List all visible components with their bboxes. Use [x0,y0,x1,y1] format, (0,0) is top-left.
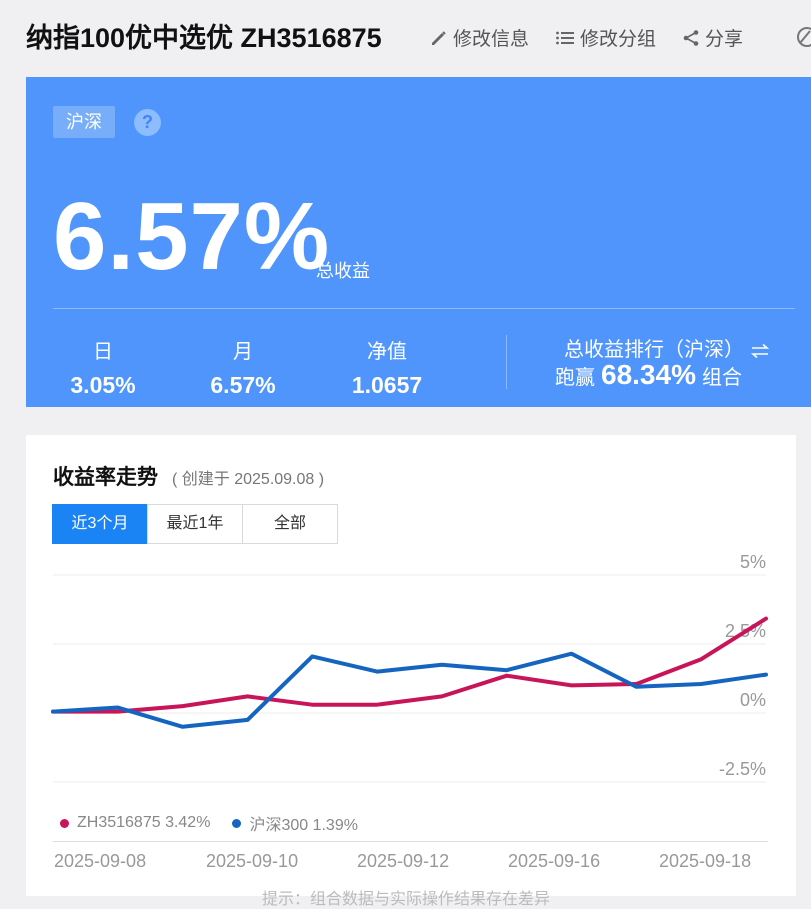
stat-divider [506,335,507,389]
help-icon[interactable]: ? [134,109,161,136]
pencil-icon [430,29,448,47]
total-return-label: 总收益 [316,261,370,281]
net-value-label: 净值 [367,341,407,363]
benchmark-legend-dot [232,818,242,828]
tab-1-year[interactable]: 最近1年 [147,504,243,544]
daily-return-label: 日 [93,341,113,363]
rank-title[interactable]: 总收益排行（沪深） [564,333,770,362]
edit-info-label: 修改信息 [453,29,530,50]
rank-title-text: 总收益排行（沪深） [564,339,744,361]
benchmark-series-line [51,651,768,729]
chart-legend: ZH3516875 3.42% 沪深300 1.39% [60,811,358,835]
header-actions: 修改信息 修改分组 分享 [430,24,743,51]
trend-created-date: ( 创建于 2025.09.08 ) [172,471,325,488]
x-tick-label: 2025-09-10 [206,851,299,871]
monthly-return-value: 6.57% [210,372,276,398]
edit-info-button[interactable]: 修改信息 [430,24,529,51]
list-icon [555,29,575,47]
market-tag[interactable]: 沪深 [53,106,115,138]
monthly-return-label: 月 [233,341,253,363]
legend-item-benchmark[interactable]: 沪深300 1.39% [232,811,358,835]
share-label: 分享 [705,29,744,50]
rank-prefix: 跑赢 [555,367,595,389]
net-value-value: 1.0657 [351,372,423,398]
rank-percent: 68.34% [601,359,696,390]
header-bar: 纳指100优中选优 ZH3516875 修改信息 修改分组 分享 [0,0,811,76]
tab-all[interactable]: 全部 [242,504,338,544]
portfolio-title: 纳指100优中选优 ZH3516875 [26,23,382,53]
return-trend-card: 收益率走势 ( 创建于 2025.09.08 ) 近3个月 最近1年 全部 5%… [26,435,796,908]
hero-divider [53,308,795,309]
benchmark-legend-label: 沪深300 1.39% [249,817,358,834]
portfolio-legend-dot [60,818,69,828]
portfolio-legend-label: ZH3516875 3.42% [77,814,211,831]
total-return-value: 6.57% [53,183,331,290]
x-axis-line [53,841,768,842]
edit-group-label: 修改分组 [580,29,657,50]
edit-group-button[interactable]: 修改分组 [555,24,656,51]
x-tick-label: 2025-09-16 [508,851,601,871]
net-value-stat: 净值 1.0657 [341,335,433,399]
daily-return-stat: 日 3.05% [63,335,143,399]
share-button[interactable]: 分享 [682,24,743,51]
return-summary-panel: 沪深 ? 6.57% 总收益 日 3.05% 月 6.57% 净值 1.0657… [26,77,811,407]
portfolio-series-line [51,616,768,714]
x-tick-label: 2025-09-08 [54,851,147,871]
period-tabs: 近3个月 最近1年 全部 [52,504,338,544]
daily-return-value: 3.05% [70,372,136,398]
data-disclaimer: 提示：组合数据与实际操作结果存在差异 [262,891,551,908]
rank-suffix: 组合 [701,367,742,389]
y-tick-label: 0% [740,690,766,710]
legend-item-portfolio[interactable]: ZH3516875 3.42% [60,811,210,835]
monthly-return-stat: 月 6.57% [203,335,283,399]
share-icon [682,29,700,47]
x-tick-label: 2025-09-18 [659,851,752,871]
y-tick-label: -2.5% [719,759,766,779]
block-icon[interactable] [796,26,811,53]
x-tick-label: 2025-09-12 [357,851,450,871]
return-line-chart[interactable]: 5%2.5%0%-2.5% [26,545,796,805]
y-tick-label: 5% [740,552,766,572]
swap-icon[interactable] [750,339,770,361]
trend-title: 收益率走势 [53,466,158,489]
rank-result: 跑赢 68.34% 组合 [555,359,742,391]
tab-3-months[interactable]: 近3个月 [52,504,148,544]
